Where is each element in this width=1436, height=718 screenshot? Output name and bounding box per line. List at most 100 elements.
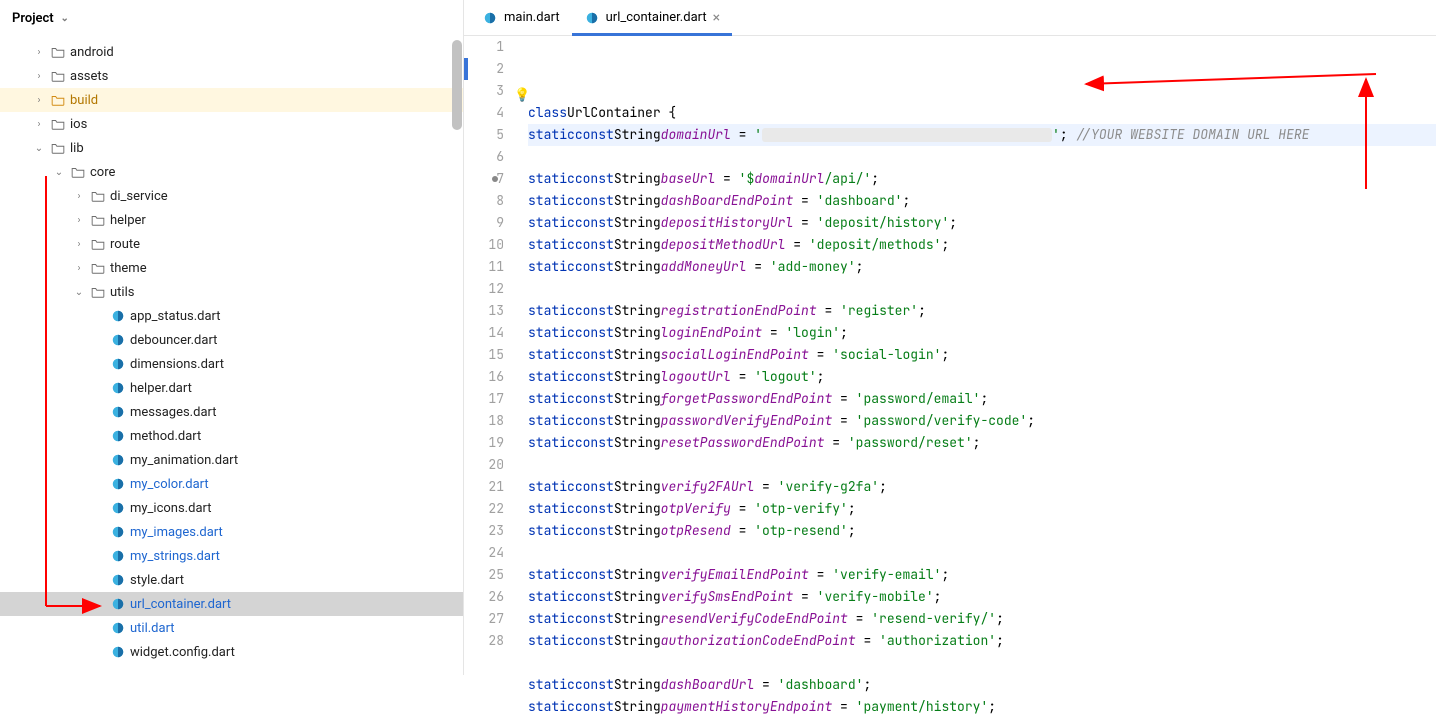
tree-item-build[interactable]: › build (0, 88, 463, 112)
code-area[interactable]: 💡 class UrlContainer { static const Stri… (512, 36, 1436, 718)
line-numbers: 1234567891011121314151617181920212223242… (472, 36, 512, 718)
code-line[interactable]: static const String verify2FAUrl = 'veri… (528, 476, 1436, 498)
code-line[interactable]: static const String dashBoardUrl = 'dash… (528, 674, 1436, 696)
tree-item-method-dart[interactable]: method.dart (0, 424, 463, 448)
tree-item-widget-config-dart[interactable]: widget.config.dart (0, 640, 463, 664)
tree-item-assets[interactable]: ›assets (0, 64, 463, 88)
tree-item-helper[interactable]: › helper (0, 208, 463, 232)
code-line[interactable]: static const String addMoneyUrl = 'add-m… (528, 256, 1436, 278)
tree-item-label: helper (110, 213, 146, 228)
code-line[interactable]: static const String forgetPasswordEndPoi… (528, 388, 1436, 410)
code-line[interactable]: static const String registrationEndPoint… (528, 300, 1436, 322)
dart-file-icon (110, 548, 126, 564)
tree-item-label: build (70, 93, 98, 108)
tree-item-dimensions-dart[interactable]: dimensions.dart (0, 352, 463, 376)
tree-item-android[interactable]: ›android (0, 40, 463, 64)
chevron-placeholder (92, 407, 106, 418)
project-header[interactable]: Project ⌄ (0, 0, 463, 36)
chevron-right-icon[interactable]: › (32, 119, 46, 130)
editor[interactable]: 1234567891011121314151617181920212223242… (464, 36, 1436, 718)
line-number: 14 (472, 322, 504, 344)
code-line[interactable]: class UrlContainer { (528, 102, 1436, 124)
tree-item-messages-dart[interactable]: messages.dart (0, 400, 463, 424)
code-line[interactable]: static const String domainUrl = ''; //YO… (528, 124, 1436, 146)
chevron-right-icon[interactable]: › (72, 239, 86, 250)
breakpoint-dot-icon[interactable] (492, 176, 498, 182)
tree-item-my-strings-dart[interactable]: my_strings.dart (0, 544, 463, 568)
tree-item-my-animation-dart[interactable]: my_animation.dart (0, 448, 463, 472)
tree-item-util-dart[interactable]: util.dart (0, 616, 463, 640)
folder-icon (50, 44, 66, 60)
line-number: 11 (472, 256, 504, 278)
code-line[interactable]: static const String passwordVerifyEndPoi… (528, 410, 1436, 432)
tree-item-url-container-dart[interactable]: url_container.dart (0, 592, 463, 616)
chevron-down-icon[interactable]: ⌄ (32, 143, 46, 154)
tree-item-utils[interactable]: ⌄ utils (0, 280, 463, 304)
code-line[interactable] (528, 278, 1436, 300)
code-line[interactable] (528, 454, 1436, 476)
tree-item-lib[interactable]: ⌄ lib (0, 136, 463, 160)
folder-icon (50, 92, 66, 108)
code-line[interactable]: static const String dashBoardEndPoint = … (528, 190, 1436, 212)
tree-item-my-images-dart[interactable]: my_images.dart (0, 520, 463, 544)
tree-item-di-service[interactable]: ›di_service (0, 184, 463, 208)
line-number: 6 (472, 146, 504, 168)
line-number: 25 (472, 564, 504, 586)
chevron-down-icon[interactable]: ⌄ (72, 287, 86, 298)
tab-main-dart[interactable]: main.dart (470, 0, 572, 36)
tree-item-label: core (90, 165, 115, 180)
code-line[interactable] (528, 542, 1436, 564)
tree-item-theme[interactable]: › theme (0, 256, 463, 280)
close-icon[interactable]: × (713, 10, 720, 26)
tree-item-label: my_color.dart (130, 477, 209, 492)
code-line[interactable]: static const String otpResend = 'otp-res… (528, 520, 1436, 542)
dart-file-icon (110, 332, 126, 348)
tree-item-helper-dart[interactable]: helper.dart (0, 376, 463, 400)
chevron-right-icon[interactable]: › (32, 71, 46, 82)
code-line[interactable]: static const String baseUrl = '$domainUr… (528, 168, 1436, 190)
project-sidebar: Project ⌄ ›android›assets›build›ios⌄lib⌄… (0, 0, 464, 675)
code-line[interactable]: static const String verifyEmailEndPoint … (528, 564, 1436, 586)
code-line[interactable]: static const String otpVerify = 'otp-ver… (528, 498, 1436, 520)
chevron-right-icon[interactable]: › (32, 95, 46, 106)
chevron-placeholder (92, 455, 106, 466)
tree-item-core[interactable]: ⌄ core (0, 160, 463, 184)
tab-url-container-dart[interactable]: url_container.dart× (572, 0, 732, 36)
tree-item-app-status-dart[interactable]: app_status.dart (0, 304, 463, 328)
tree-item-label: theme (110, 261, 147, 276)
chevron-right-icon[interactable]: › (72, 263, 86, 274)
chevron-right-icon[interactable]: › (72, 215, 86, 226)
tree-item-label: my_strings.dart (130, 549, 220, 564)
code-line[interactable]: static const String resetPasswordEndPoin… (528, 432, 1436, 454)
tree-item-my-icons-dart[interactable]: my_icons.dart (0, 496, 463, 520)
dart-file-icon (110, 452, 126, 468)
chevron-down-icon[interactable]: ⌄ (52, 167, 66, 178)
code-line[interactable]: static const String depositMethodUrl = '… (528, 234, 1436, 256)
tree-item-debouncer-dart[interactable]: debouncer.dart (0, 328, 463, 352)
code-line[interactable]: static const String authorizationCodeEnd… (528, 630, 1436, 652)
tree-item-label: lib (70, 141, 84, 156)
code-line[interactable]: static const String paymentHistoryEndpoi… (528, 696, 1436, 718)
tree-item-ios[interactable]: ›ios (0, 112, 463, 136)
folder-icon (70, 164, 86, 180)
tree-item-my-color-dart[interactable]: my_color.dart (0, 472, 463, 496)
code-line[interactable]: static const String loginEndPoint = 'log… (528, 322, 1436, 344)
code-line[interactable]: static const String verifySmsEndPoint = … (528, 586, 1436, 608)
tree-item-label: utils (110, 285, 134, 300)
tree-item-route[interactable]: › route (0, 232, 463, 256)
tree-item-label: widget.config.dart (130, 645, 235, 660)
project-tree[interactable]: ›android›assets›build›ios⌄lib⌄core›di_se… (0, 36, 463, 675)
tree-item-style-dart[interactable]: style.dart (0, 568, 463, 592)
code-line[interactable] (528, 146, 1436, 168)
code-line[interactable] (528, 652, 1436, 674)
code-line[interactable]: static const String socialLoginEndPoint … (528, 344, 1436, 366)
line-number: 8 (472, 190, 504, 212)
code-line[interactable]: static const String logoutUrl = 'logout'… (528, 366, 1436, 388)
scrollbar-thumb[interactable] (452, 40, 462, 130)
folder-icon (90, 260, 106, 276)
chevron-right-icon[interactable]: › (32, 47, 46, 58)
chevron-right-icon[interactable]: › (72, 191, 86, 202)
tree-item-label: route (110, 237, 140, 252)
code-line[interactable]: static const String resendVerifyCodeEndP… (528, 608, 1436, 630)
code-line[interactable]: static const String depositHistoryUrl = … (528, 212, 1436, 234)
